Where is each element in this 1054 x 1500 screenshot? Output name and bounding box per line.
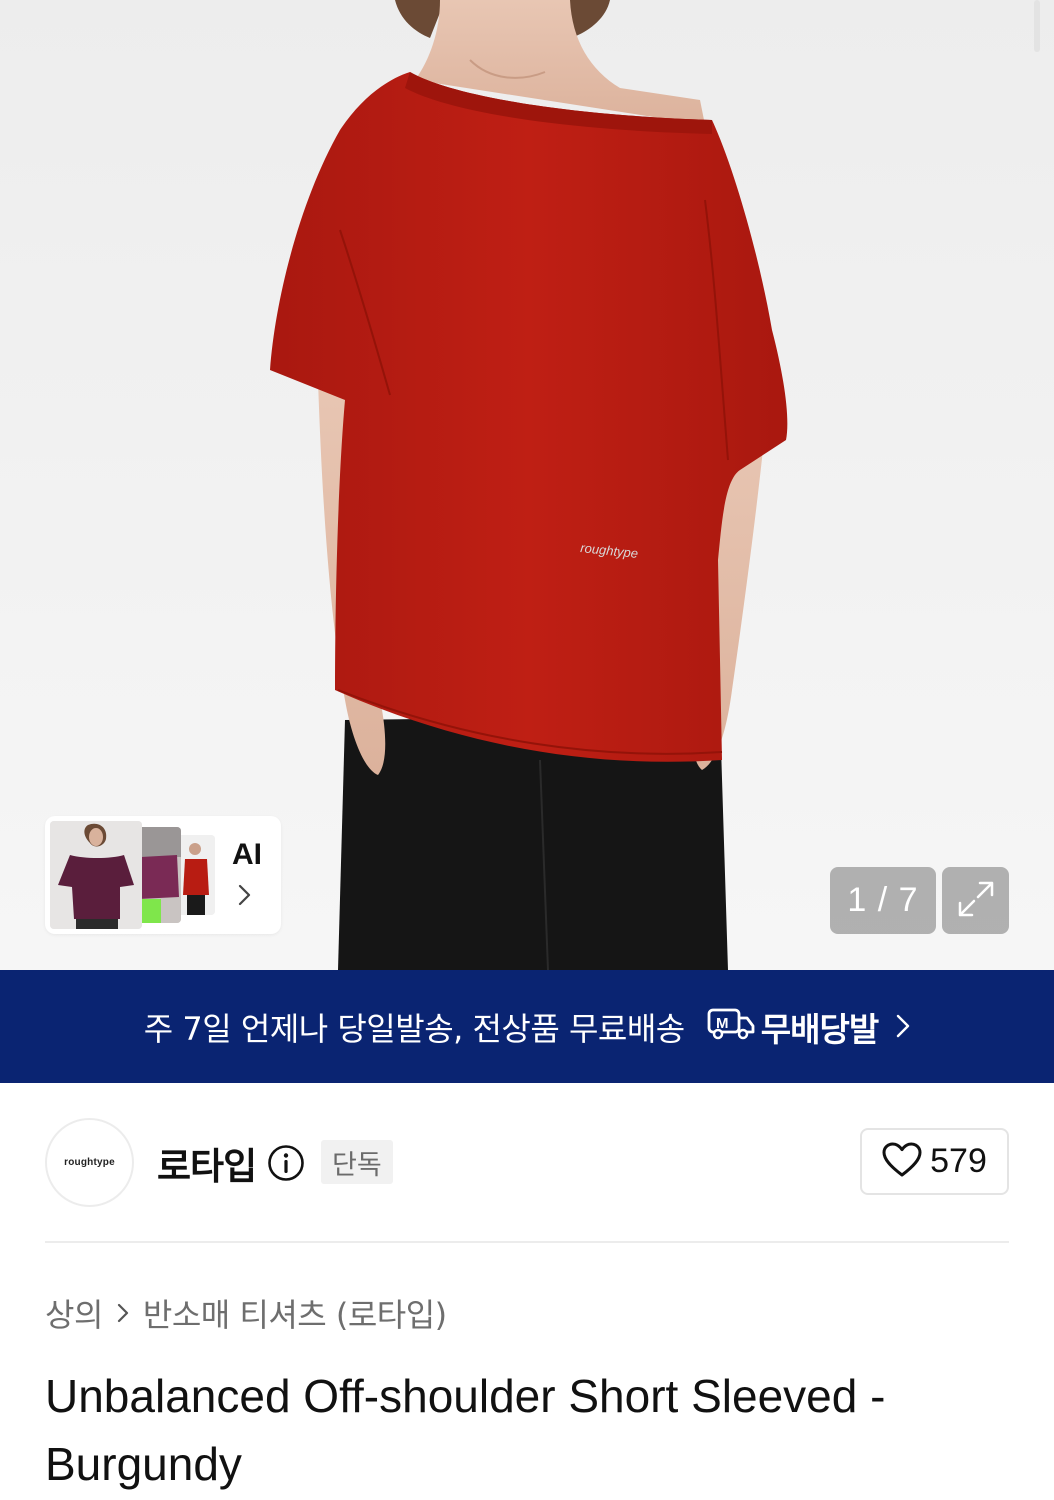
product-image-gallery[interactable]: roughtype AI 1 / 7 [0,0,1054,970]
product-title: Unbalanced Off-shoulder Short Sleeved - … [45,1370,886,1490]
chevron-right-icon [896,1008,910,1046]
svg-text:M: M [716,1015,728,1032]
delivery-truck-icon: M [707,1006,761,1048]
info-icon[interactable] [267,1144,305,1186]
breadcrumb: 상의 반소매 티셔츠 (로타입) [45,1290,447,1336]
divider [45,1241,1009,1243]
like-button[interactable]: 579 [860,1128,1009,1195]
banner-text: 주 7일 언제나 당일발송, 전상품 무료배송 [143,1009,685,1048]
banner-brand-label: 무배당발 [760,1009,879,1049]
brand-logo-text: roughtype [64,1157,115,1168]
free-shipping-banner[interactable]: 주 7일 언제나 당일발송, 전상품 무료배송 M 무배당발 [0,970,1054,1083]
like-count: 579 [930,1142,987,1180]
banner-brand: M 무배당발 [707,1003,879,1051]
ai-recommendation-card[interactable]: AI [45,816,281,934]
ai-thumbnail-1 [50,821,142,929]
ai-thumbnail-3 [177,835,215,915]
heart-icon [882,1142,922,1182]
image-pager: 1 / 7 [830,867,936,934]
chevron-right-icon [238,884,252,910]
brand-logo[interactable]: roughtype [45,1118,134,1207]
chevron-right-icon [117,1303,129,1323]
ai-label: AI [232,838,262,871]
scroll-indicator [1034,0,1040,52]
breadcrumb-item-category[interactable]: 상의 [45,1290,103,1336]
exclusive-badge: 단독 [321,1140,393,1184]
breadcrumb-item-subcategory[interactable]: 반소매 티셔츠 (로타입) [143,1290,447,1336]
brand-row: roughtype 로타입 단독 579 [45,1118,1009,1208]
expand-image-button[interactable] [942,867,1009,934]
ai-thumbnail-2 [137,827,181,923]
brand-name[interactable]: 로타입 [157,1136,257,1190]
expand-icon [956,879,996,923]
